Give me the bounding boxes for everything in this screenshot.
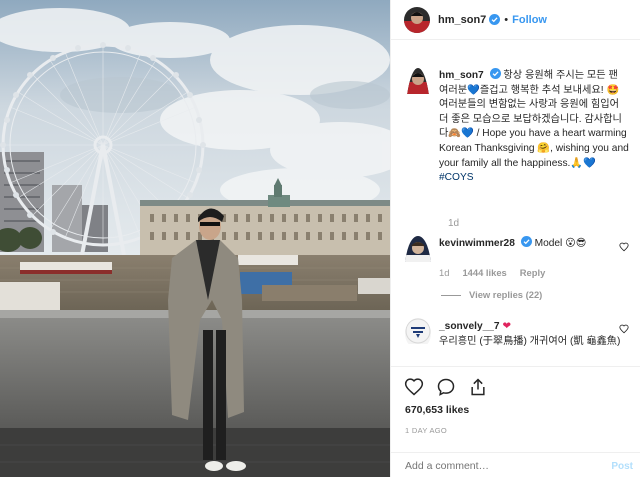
caption-text: hm_son7 항상 응원해 주시는 모든 팬 여러분💙즐겁고 행복한 추석 보… [439,68,629,186]
comment-text: Model [534,238,563,249]
comment-icon[interactable] [436,377,456,397]
comment-like-heart-icon[interactable] [619,242,629,252]
follow-button[interactable]: Follow [512,14,547,26]
blue-heart-emoji: 💙 [461,128,474,140]
comment-item: _sonvely__7 ❤ 우리흥민 (于翠鳥播) 개귀여어 (凱 龜鑫魚) [405,318,637,349]
view-replies-label: View replies (22) [469,289,543,301]
comment-item: kevinwimmer28 Model 😮😎 1d 1444 likes Rep… [405,236,637,303]
divider-line [441,294,461,296]
comment-body: _sonvely__7 ❤ 우리흥민 (于翠鳥播) 개귀여어 (凱 龜鑫魚) [439,320,629,349]
comment-input[interactable] [405,460,605,472]
post-date: 1 DAY AGO [405,426,448,435]
heart-icon[interactable] [404,377,424,397]
avatar[interactable] [404,6,430,33]
comment-likes[interactable]: 1444 likes [462,266,506,281]
commenter-avatar[interactable] [405,318,431,349]
verified-badge-icon [489,14,501,25]
comment-like-heart-icon[interactable] [619,324,629,334]
verified-badge-icon [520,236,532,247]
comment-meta: 1d 1444 likes Reply [439,266,629,281]
blue-heart-emoji: 💙 [583,157,596,169]
hashtag-link[interactable]: #COYS [439,172,474,183]
reply-button[interactable]: Reply [520,266,546,281]
view-replies-link[interactable]: View replies (22) [441,288,629,303]
comment-time: 1d [439,266,450,278]
post-caption: hm_son7 항상 응원해 주시는 모든 팬 여러분💙즐겁고 행복한 추석 보… [405,68,635,186]
comment-username[interactable]: _sonvely__7 [439,321,500,332]
monkey-emoji: 🙈 [448,128,462,140]
surprised-emoji: 😮😎 [565,238,587,249]
red-heart-emoji: ❤ [502,321,511,332]
post-side-panel: hm_son7 • Follow hm_son7 항상 응원해 주시는 모든 팬… [390,0,640,477]
photo-london-eye [0,0,390,477]
post-header: hm_son7 • Follow [391,0,640,40]
caption-time: 1d [448,218,460,229]
caption-korean-2: 즐겁고 행복한 추석 보내세요! [479,84,604,96]
caption-username[interactable]: hm_son7 [439,70,484,81]
share-icon[interactable] [468,377,488,397]
header-username[interactable]: hm_son7 [438,14,486,26]
pray-emoji: 🙏 [570,157,584,169]
comment-body: kevinwimmer28 Model 😮😎 1d 1444 likes Rep… [439,236,629,303]
post-photo[interactable] [0,0,390,477]
commenter-avatar[interactable] [405,236,431,303]
add-comment-bar: Post [391,452,640,477]
separator-dot: • [504,13,509,26]
hug-emoji: 🤗 [537,142,551,154]
blue-heart-emoji: 💙 [467,84,480,96]
verified-badge-icon [489,68,501,79]
smile-emoji: 🤩 [606,84,620,96]
likes-count[interactable]: 670,653 likes [405,404,469,416]
post-comment-button[interactable]: Post [611,461,633,472]
comment-text: 우리흥민 (于翠鳥播) 개귀여어 (凱 龜鑫魚) [439,335,621,347]
comment-username[interactable]: kevinwimmer28 [439,238,515,249]
post-actions [391,366,640,406]
avatar[interactable] [405,68,431,186]
